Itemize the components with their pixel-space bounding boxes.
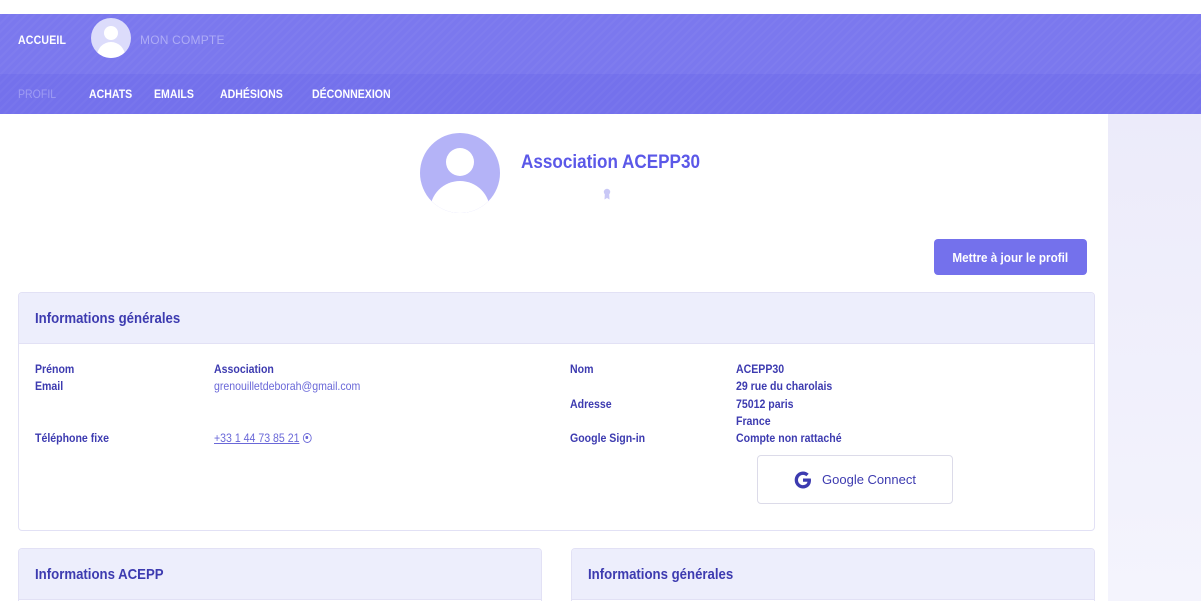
tab-emails[interactable]: EMAILS	[154, 87, 194, 101]
profile-subnav: PROFIL ACHATS EMAILS ADHÉSIONS DÉCONNEXI…	[0, 74, 1201, 114]
last-name-label: Nom	[570, 362, 594, 376]
card-title: Informations générales	[588, 566, 734, 583]
my-account-link[interactable]: MON COMPTE	[140, 33, 225, 47]
top-navbar: ACCUEIL MON COMPTE	[0, 14, 1201, 74]
address-line-3: France	[736, 414, 771, 428]
phone-label: Téléphone fixe	[35, 431, 109, 445]
tab-adhesions[interactable]: ADHÉSIONS	[220, 87, 283, 101]
google-icon	[794, 471, 812, 488]
google-connect-button[interactable]: Google Connect	[757, 455, 953, 504]
profile-name: Association ACEPP30	[521, 152, 700, 173]
address-line-1: 29 rue du charolais	[736, 379, 833, 393]
tab-achats[interactable]: ACHATS	[89, 87, 132, 101]
google-signin-value: Compte non rattaché	[736, 431, 842, 445]
member-badge-icon	[603, 188, 611, 200]
email-label: Email	[35, 379, 64, 393]
tab-profil[interactable]: PROFIL	[18, 87, 56, 101]
card-title: Informations générales	[35, 310, 181, 327]
address-label: Adresse	[570, 397, 612, 411]
address-line-2: 75012 paris	[736, 397, 794, 411]
phone-link[interactable]: +33 1 44 73 85 21	[214, 431, 299, 445]
tab-deconnexion[interactable]: DÉCONNEXION	[312, 87, 391, 101]
phone-field: +33 1 44 73 85 21	[214, 431, 312, 445]
user-avatar-icon[interactable]	[91, 18, 131, 58]
first-name-value: Association	[214, 362, 274, 376]
card-title: Informations ACEPP	[35, 566, 164, 583]
google-signin-label: Google Sign-in	[570, 431, 646, 445]
general-info-card-2: Informations générales	[571, 548, 1095, 601]
first-name-label: Prénom	[35, 362, 75, 376]
home-link[interactable]: ACCUEIL	[18, 33, 66, 47]
google-connect-label: Google Connect	[822, 472, 916, 487]
update-profile-button[interactable]: Mettre à jour le profil	[934, 239, 1087, 275]
last-name-value: ACEPP30	[736, 362, 785, 376]
phone-icon[interactable]	[302, 433, 312, 443]
acepp-info-card: Informations ACEPP	[18, 548, 542, 601]
profile-avatar-icon	[420, 133, 500, 213]
email-value: grenouilletdeborah@gmail.com	[214, 379, 361, 393]
general-info-card: Informations générales Prénom Associatio…	[18, 292, 1095, 531]
right-background-strip	[1108, 114, 1201, 601]
card-header: Informations générales	[19, 293, 1094, 344]
card-header: Informations générales	[572, 549, 1094, 600]
card-header: Informations ACEPP	[19, 549, 541, 600]
